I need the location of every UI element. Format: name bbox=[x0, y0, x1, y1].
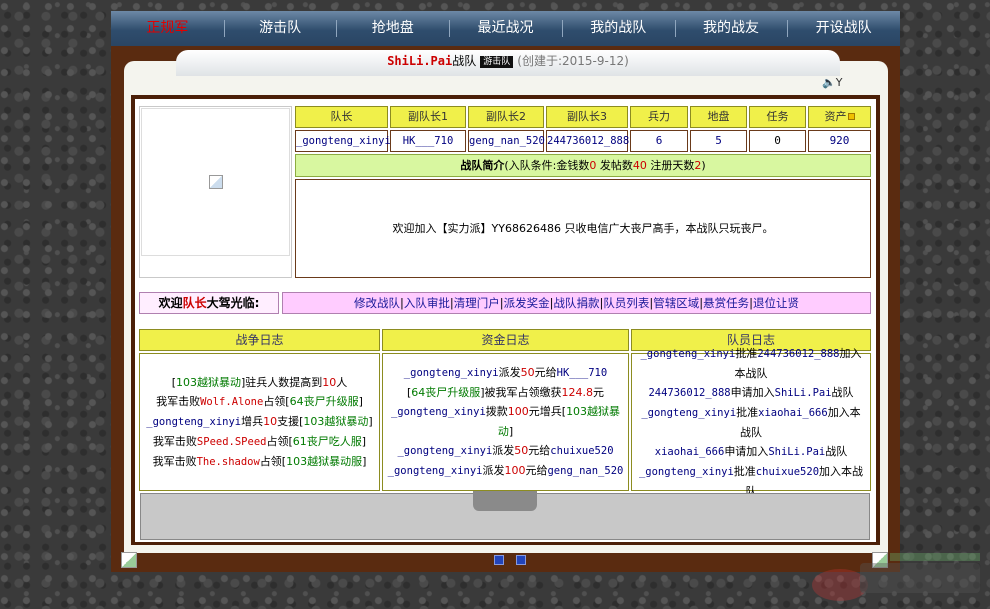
welcome-prefix: 欢迎 bbox=[158, 296, 183, 310]
war-log-entry: 我军击败SPeed.SPeed占领[61丧尸吃人服] bbox=[152, 434, 367, 448]
troops-value: 6 bbox=[630, 130, 688, 152]
member-log-entry: 244736012_888申请加入ShiLi.Pai战队 bbox=[648, 385, 854, 399]
speaker-icon: 🔈 bbox=[822, 76, 836, 89]
team-name: ShiLi.Pai bbox=[387, 54, 453, 68]
bottom-left-image bbox=[121, 552, 137, 568]
fund-log-entry: _gongteng_xinyi拨款100元增兵[103越狱暴动] bbox=[390, 405, 621, 438]
member-log-entry: _gongteng_xinyi批准xiaohai_666加入本战队 bbox=[641, 405, 861, 439]
welcome-suffix: 大驾光临: bbox=[206, 296, 260, 310]
nav-create-team[interactable]: 开设战队 bbox=[787, 11, 900, 46]
intro-cond-suffix: ) bbox=[701, 159, 706, 172]
fund-log-entry: [64丧尸升级服]被我军占领缴获124.8元 bbox=[406, 386, 605, 399]
header-vice-captain-1: 副队长1 bbox=[390, 106, 466, 128]
war-log: [103越狱暴动]驻兵人数提高到10人 我军击败Wolf.Alone占领[64丧… bbox=[139, 353, 380, 491]
vice-captain-3-value[interactable]: 244736012_888 bbox=[546, 130, 629, 152]
link-join-approval[interactable]: 入队审批 bbox=[404, 296, 450, 310]
link-team-donation[interactable]: 战队捐款 bbox=[554, 296, 600, 310]
nav-recent-battles[interactable]: 最近战况 bbox=[449, 11, 562, 46]
intro-cond-prefix: (入队条件:金钱数 bbox=[504, 159, 590, 172]
link-edit-team[interactable]: 修改战队 bbox=[354, 296, 400, 310]
nav-regular-army[interactable]: 正规军 bbox=[111, 11, 224, 46]
link-abdicate[interactable]: 退位让贤 bbox=[753, 296, 799, 310]
page-prev-icon[interactable] bbox=[494, 555, 504, 565]
member-log-entry: _gongteng_xinyi批准244736012_888加入本战队 bbox=[640, 346, 862, 380]
top-nav: 正规军 游击队 抢地盘 最近战况 我的战队 我的战友 开设战队 bbox=[111, 11, 900, 46]
header-territory: 地盘 bbox=[690, 106, 747, 128]
nav-my-team[interactable]: 我的战队 bbox=[561, 11, 675, 46]
sound-label: Y bbox=[835, 76, 843, 89]
welcome-role: 队长 bbox=[182, 296, 207, 310]
team-suffix: 战队 bbox=[452, 54, 477, 68]
header-vice-captain-3: 副队长3 bbox=[546, 106, 628, 128]
pager bbox=[480, 552, 540, 568]
intro-days-label: 注册天数 bbox=[650, 159, 695, 172]
war-log-entry: 我军击败Wolf.Alone占领[64丧尸升级服] bbox=[156, 394, 363, 408]
team-avatar-image bbox=[209, 175, 223, 189]
fund-log-entry: _gongteng_xinyi派发50元给chuixue520 bbox=[397, 444, 614, 457]
header-troops: 兵力 bbox=[630, 106, 688, 128]
link-distribute-bonus[interactable]: 派发奖金 bbox=[504, 296, 550, 310]
member-log-entry: xiaohai_666申请加入ShiLi.Pai战队 bbox=[654, 444, 848, 458]
fund-log-title: 资金日志 bbox=[382, 329, 629, 351]
territory-value: 5 bbox=[690, 130, 747, 152]
team-created-date: (创建于:2015-9-12) bbox=[517, 54, 629, 68]
member-log: _gongteng_xinyi批准244736012_888加入本战队 2447… bbox=[631, 347, 871, 498]
war-log-title: 战争日志 bbox=[139, 329, 380, 351]
captain-value[interactable]: _gongteng_xinyi bbox=[295, 130, 391, 152]
nav-grab-territory[interactable]: 抢地盘 bbox=[336, 11, 449, 46]
fund-log-entry: _gongteng_xinyi派发100元给geng_nan_520 bbox=[387, 464, 624, 477]
coin-icon bbox=[847, 113, 855, 120]
link-jurisdiction[interactable]: 管辖区域 bbox=[653, 296, 699, 310]
war-log-entry: _gongteng_xinyi增兵10支援[103越狱暴动] bbox=[146, 414, 373, 428]
war-log-entry: [103越狱暴动]驻兵人数提高到10人 bbox=[171, 375, 348, 389]
nav-guerrilla[interactable]: 游击队 bbox=[223, 11, 337, 46]
nav-my-comrades[interactable]: 我的战友 bbox=[674, 11, 788, 46]
intro-posts-label: 发帖数 bbox=[599, 159, 633, 172]
sound-toggle[interactable]: 🔈Y bbox=[822, 76, 842, 89]
intro-money: 0 bbox=[589, 159, 597, 172]
assets-value: 920 bbox=[808, 130, 871, 152]
header-vice-captain-2: 副队长2 bbox=[468, 106, 544, 128]
team-intro-header: 战队简介(入队条件:金钱数0 发帖数40 注册天数2) bbox=[295, 154, 871, 177]
tasks-value: 0 bbox=[749, 130, 806, 152]
vice-captain-2-value[interactable]: geng_nan_520 bbox=[468, 130, 545, 152]
vice-captain-1-value[interactable]: HK___710 bbox=[390, 130, 466, 152]
page-next-icon[interactable] bbox=[516, 555, 526, 565]
admin-links-bar: 修改战队|入队审批|清理门户|派发奖金|战队捐款|队员列表|管辖区域|悬赏任务|… bbox=[282, 292, 871, 314]
link-purge-members[interactable]: 清理门户 bbox=[454, 296, 500, 310]
intro-posts: 40 bbox=[632, 159, 647, 172]
team-type-badge: 游击队 bbox=[480, 56, 514, 68]
fund-log: _gongteng_xinyi派发50元给HK___710 [64丧尸升级服]被… bbox=[382, 353, 629, 491]
fund-log-entry: _gongteng_xinyi派发50元给HK___710 bbox=[403, 366, 608, 379]
header-assets-label: 资产 bbox=[824, 110, 847, 123]
header-captain: 队长 bbox=[295, 106, 388, 128]
welcome-label: 欢迎队长大驾光临: bbox=[139, 292, 279, 314]
site-watermark-logo bbox=[812, 553, 980, 601]
link-bounty-tasks[interactable]: 悬赏任务 bbox=[703, 296, 749, 310]
team-title: ShiLi.Pai战队 游击队 (创建于:2015-9-12) bbox=[176, 50, 840, 76]
war-log-entry: 我军击败The.shadow占领[103越狱暴动服] bbox=[152, 454, 367, 468]
collapse-tab[interactable] bbox=[473, 491, 537, 511]
team-intro-text: 欢迎加入【实力派】YY68626486 只收电信广大丧尸高手，本战队只玩丧尸。 bbox=[295, 179, 871, 278]
intro-title: 战队简介 bbox=[460, 159, 505, 172]
header-tasks: 任务 bbox=[749, 106, 806, 128]
header-assets: 资产 bbox=[808, 106, 871, 128]
link-member-list[interactable]: 队员列表 bbox=[603, 296, 649, 310]
